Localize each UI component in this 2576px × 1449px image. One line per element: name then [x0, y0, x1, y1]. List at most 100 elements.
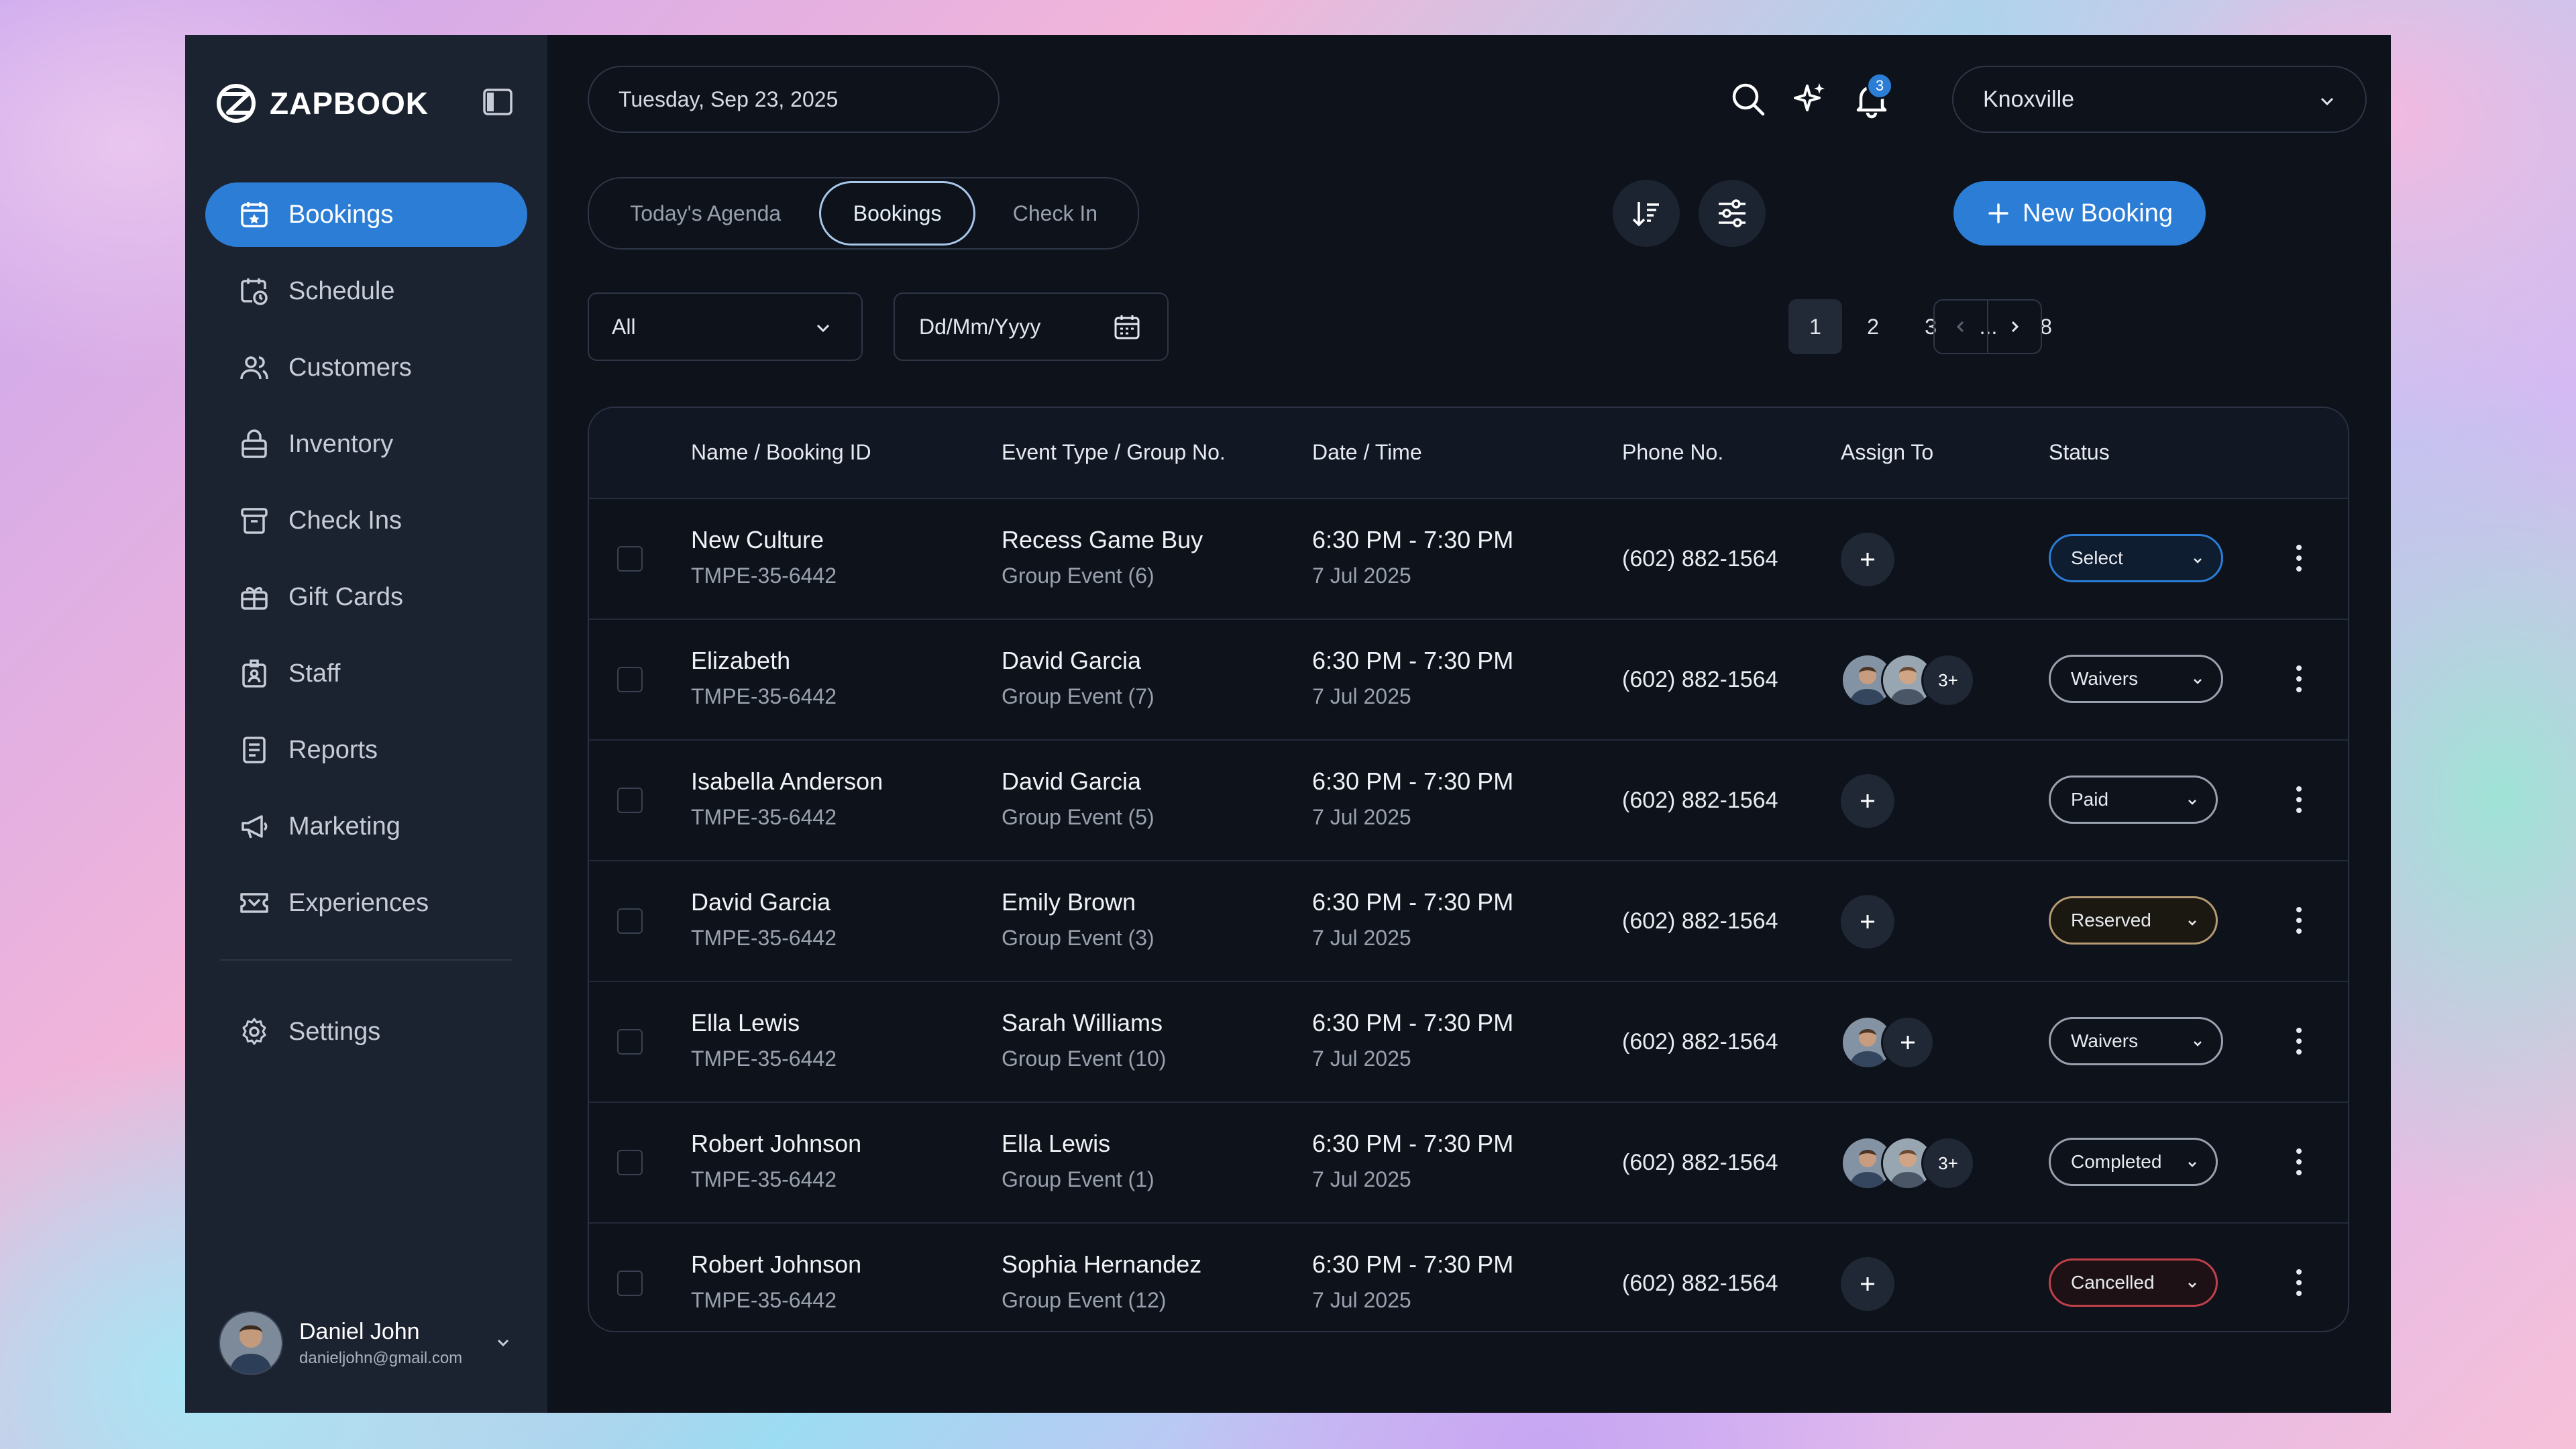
column-header-assign: Assign To [1841, 440, 1934, 464]
event-type: Recess Game Buy [1002, 526, 1203, 553]
table-row[interactable]: Elizabeth TMPE-35-6442 David Garcia Group … [589, 620, 2348, 741]
assign-add-button[interactable] [1881, 1016, 1935, 1069]
row-checkbox[interactable] [617, 908, 643, 934]
sidebar-item-customers[interactable]: Customers [205, 335, 527, 400]
column-header-event: Event Type / Group No. [1002, 440, 1226, 464]
table-row[interactable]: Isabella Anderson TMPE-35-6442 David Garc… [589, 741, 2348, 861]
view-tabs: Today's Agenda Bookings Check In [588, 177, 1139, 250]
page-1[interactable]: 1 [1788, 299, 1842, 354]
row-checkbox[interactable] [617, 1029, 643, 1055]
row-checkbox[interactable] [617, 1150, 643, 1175]
sidebar-item-staff[interactable]: Staff [205, 641, 527, 706]
assign-add-button[interactable] [1841, 533, 1894, 586]
plus-icon [1861, 553, 1874, 566]
sidebar-item-label: Experiences [288, 888, 429, 917]
app-name: ZAPBOOK [270, 86, 429, 121]
plus-icon [1861, 1277, 1874, 1291]
logo[interactable]: ZAPBOOK [215, 82, 429, 125]
sidebar-item-schedule[interactable]: Schedule [205, 259, 527, 323]
table-header: Name / Booking ID Event Type / Group No.… [589, 408, 2348, 499]
table-row[interactable]: Robert Johnson TMPE-35-6442 Ella Lewis Gro… [589, 1103, 2348, 1224]
location-select[interactable]: Knoxville [1952, 66, 2367, 133]
status-value: Paid [2071, 789, 2109, 810]
group-number: Group Event (1) [1002, 1167, 1155, 1191]
tab-bookings[interactable]: Bookings [819, 181, 975, 246]
phone-number: (602) 882-1564 [1622, 1150, 1778, 1175]
phone-number: (602) 882-1564 [1622, 908, 1778, 934]
time-range: 6:30 PM - 7:30 PM [1312, 647, 1514, 674]
new-booking-button[interactable]: New Booking [1953, 181, 2206, 246]
event-type: Sophia Hernandez [1002, 1250, 1202, 1278]
assign-add-button[interactable] [1841, 895, 1894, 949]
booking-date: 7 Jul 2025 [1312, 564, 1411, 588]
status-select[interactable]: Paid [2049, 775, 2218, 824]
sort-button[interactable] [1613, 180, 1680, 247]
tab-todays-agenda[interactable]: Today's Agenda [592, 181, 819, 246]
gear-icon [242, 1018, 266, 1045]
calendar-star-icon [241, 202, 268, 227]
status-select[interactable]: Waivers [2049, 655, 2223, 703]
status-select[interactable]: Completed [2049, 1138, 2218, 1186]
event-type: David Garcia [1002, 767, 1142, 795]
status-select[interactable]: Cancelled [2049, 1258, 2218, 1307]
next-page-button[interactable] [1987, 299, 2042, 354]
assign-to: 3+ [1841, 1136, 1975, 1190]
row-menu-button[interactable] [2289, 1017, 2309, 1065]
chevron-down-icon [2194, 558, 2202, 564]
filter-button[interactable] [1699, 180, 1766, 247]
sidebar-item-settings[interactable]: Settings [205, 1000, 527, 1064]
status-value: Completed [2071, 1151, 2162, 1172]
table-row[interactable]: Ella Lewis TMPE-35-6442 Sarah Williams Gro… [589, 982, 2348, 1103]
row-menu-button[interactable] [2289, 534, 2309, 582]
assignee-overflow-count[interactable]: 3+ [1921, 653, 1975, 707]
sidebar-item-inventory[interactable]: Inventory [205, 412, 527, 476]
page-2[interactable]: 2 [1846, 299, 1900, 354]
status-value: Waivers [2071, 1030, 2139, 1051]
user-profile[interactable]: Daniel John danieljohn@gmail.com [219, 1309, 514, 1377]
table-row[interactable]: David Garcia TMPE-35-6442 Emily Brown Grou… [589, 861, 2348, 982]
sidebar-item-check-ins[interactable]: Check Ins [205, 488, 527, 553]
sidebar-toggle-icon[interactable] [482, 86, 514, 118]
assignee-overflow-count[interactable]: 3+ [1921, 1136, 1975, 1190]
notifications-button[interactable]: 3 [1851, 72, 1893, 119]
tab-check-in[interactable]: Check In [975, 181, 1135, 246]
booking-id: TMPE-35-6442 [691, 1167, 837, 1191]
chevron-down-icon[interactable] [492, 1332, 514, 1354]
row-menu-button[interactable] [2289, 896, 2309, 945]
ai-sparkle-button[interactable] [1790, 79, 1830, 119]
row-menu-button[interactable] [2289, 1138, 2309, 1186]
status-select[interactable]: Select [2049, 534, 2223, 582]
date-filter-input[interactable]: Dd/Mm/Yyyy [894, 292, 1169, 361]
booking-date: 7 Jul 2025 [1312, 1288, 1411, 1312]
row-checkbox[interactable] [617, 1271, 643, 1296]
row-menu-button[interactable] [2289, 775, 2309, 824]
row-checkbox[interactable] [617, 788, 643, 813]
table-row[interactable]: Robert Johnson TMPE-35-6442 Sophia Hernan… [589, 1224, 2348, 1331]
type-filter-select[interactable]: All [588, 292, 863, 361]
row-checkbox[interactable] [617, 667, 643, 692]
sidebar-item-reports[interactable]: Reports [205, 718, 527, 782]
row-checkbox[interactable] [617, 546, 643, 572]
sidebar-item-bookings[interactable]: Bookings [205, 182, 527, 247]
row-menu-button[interactable] [2289, 1258, 2309, 1307]
assign-add-button[interactable] [1841, 1257, 1894, 1311]
column-header-name: Name / Booking ID [691, 440, 871, 464]
sidebar-item-experiences[interactable]: Experiences [205, 871, 527, 935]
phone-number: (602) 882-1564 [1622, 1271, 1778, 1296]
assign-to [1841, 895, 1894, 949]
lock-box-icon [241, 429, 267, 458]
search-button[interactable] [1728, 79, 1768, 119]
user-name: Daniel John [299, 1318, 420, 1344]
row-menu-button[interactable] [2289, 655, 2309, 703]
status-select[interactable]: Waivers [2049, 1017, 2223, 1065]
status-select[interactable]: Reserved [2049, 896, 2218, 945]
date-filter-placeholder: Dd/Mm/Yyyy [919, 314, 1041, 339]
table-row[interactable]: New Culture TMPE-35-6442 Recess Game Buy G… [589, 499, 2348, 620]
sidebar-item-gift-cards[interactable]: Gift Cards [205, 565, 527, 629]
time-range: 6:30 PM - 7:30 PM [1312, 1130, 1514, 1157]
search-icon [1732, 83, 1765, 116]
date-display[interactable]: Tuesday, Sep 23, 2025 [588, 66, 1000, 133]
assign-add-button[interactable] [1841, 774, 1894, 828]
prev-page-button[interactable] [1933, 299, 1988, 354]
sidebar-item-marketing[interactable]: Marketing [205, 794, 527, 859]
